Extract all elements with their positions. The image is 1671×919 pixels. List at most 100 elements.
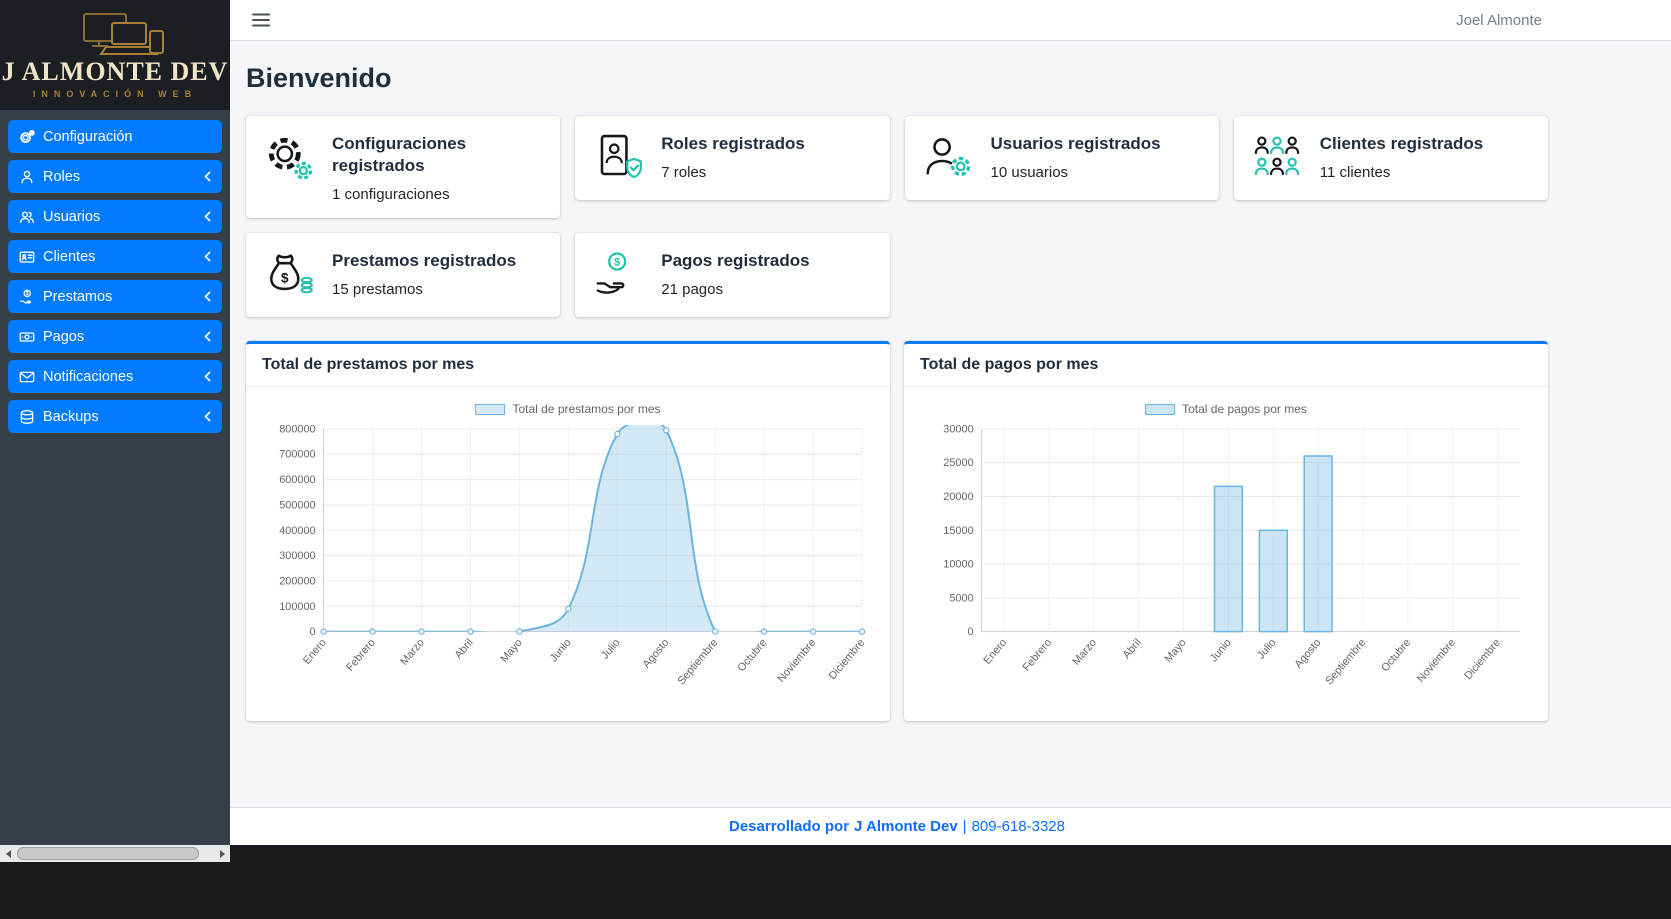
gears-icon: [19, 129, 43, 145]
hamburger-menu-icon[interactable]: [252, 12, 270, 28]
user-gear-icon: [921, 131, 977, 185]
sidebar-nav: Configuración Roles: [0, 110, 230, 443]
chevron-left-icon: [204, 291, 211, 302]
stat-card-count: 21 pagos: [661, 281, 809, 298]
sidebar-item-label: Clientes: [43, 249, 95, 265]
svg-text:Noviembre: Noviembre: [1415, 637, 1458, 685]
sidebar-item-pagos[interactable]: Pagos: [8, 320, 222, 353]
sidebar-item-label: Pagos: [43, 329, 84, 345]
hand-coin-icon: $: [591, 248, 647, 302]
stat-card-usuarios: Usuarios registrados 10 usuarios: [905, 116, 1219, 200]
sidebar-item-label: Configuración: [43, 129, 132, 145]
sidebar-item-backups[interactable]: Backups: [8, 400, 222, 433]
chevron-left-icon: [204, 211, 211, 222]
page-content: Bienvenido Configuraciones registrados: [230, 41, 1671, 807]
chart-panel-body: Total de pagos por mes 05000100001500020…: [904, 387, 1548, 721]
sidebar-item-usuarios[interactable]: Usuarios: [8, 200, 222, 233]
svg-text:Noviembre: Noviembre: [775, 637, 818, 685]
svg-text:Septiembre: Septiembre: [1323, 637, 1368, 687]
hand-holding-usd-icon: $: [19, 289, 43, 305]
svg-text:Marzo: Marzo: [1070, 637, 1099, 668]
sidebar: J ALMONTE DEV INNOVACIÓN WEB Configuraci…: [0, 0, 230, 862]
chart-legend[interactable]: Total de pagos por mes: [918, 397, 1534, 419]
chevron-left-icon: [204, 371, 211, 382]
scroll-left-arrow-icon[interactable]: [0, 845, 16, 862]
chevron-left-icon: [204, 171, 211, 182]
stat-card-count: 15 prestamos: [332, 281, 516, 298]
svg-text:Junio: Junio: [1208, 637, 1234, 665]
sidebar-item-notificaciones[interactable]: Notificaciones: [8, 360, 222, 393]
stat-card-pagos: $ Pagos registrados 21 pagos: [575, 233, 889, 317]
sidebar-item-prestamos[interactable]: $ Prestamos: [8, 280, 222, 313]
chevron-left-icon: [204, 411, 211, 422]
id-card-icon: [19, 249, 43, 265]
svg-text:$: $: [281, 271, 289, 286]
svg-text:600000: 600000: [279, 474, 315, 486]
svg-text:Julio: Julio: [1255, 637, 1279, 662]
svg-text:Marzo: Marzo: [398, 637, 427, 668]
stat-card-title: Configuraciones registrados: [332, 133, 544, 177]
footer-prefix: Desarrollado por: [729, 818, 849, 835]
sidebar-item-label: Backups: [43, 409, 99, 425]
svg-text:10000: 10000: [943, 559, 973, 571]
sidebar-item-roles[interactable]: Roles: [8, 160, 222, 193]
user-menu[interactable]: Joel Almonte: [1456, 12, 1542, 29]
legend-label: Total de pagos por mes: [1182, 402, 1307, 416]
svg-text:300000: 300000: [279, 550, 315, 562]
stat-card-title: Prestamos registrados: [332, 250, 516, 272]
sidebar-item-configuracion[interactable]: Configuración: [8, 120, 222, 153]
legend-swatch: [475, 404, 505, 415]
gears-icon: [262, 131, 318, 185]
svg-text:Febrero: Febrero: [1020, 637, 1054, 674]
svg-text:200000: 200000: [279, 576, 315, 588]
chart-legend[interactable]: Total de prestamos por mes: [260, 397, 876, 419]
stat-cards-grid: Configuraciones registrados 1 configurac…: [246, 116, 1548, 317]
stat-card-title: Roles registrados: [661, 133, 805, 155]
stat-card-prestamos: $ Prestamos registrados 15 prestamos: [246, 233, 560, 317]
svg-text:Mayo: Mayo: [498, 637, 524, 665]
database-icon: [19, 409, 43, 425]
svg-text:Diciembre: Diciembre: [827, 637, 868, 682]
sidebar-body: J ALMONTE DEV INNOVACIÓN WEB Configuraci…: [0, 0, 230, 845]
footer-brand: J Almonte Dev: [854, 818, 958, 835]
svg-text:Julio: Julio: [599, 637, 623, 662]
sidebar-item-label: Roles: [43, 169, 80, 185]
money-bag-icon: $: [262, 248, 318, 302]
sidebar-item-label: Usuarios: [43, 209, 100, 225]
scrollbar-thumb[interactable]: [17, 847, 199, 860]
svg-text:0: 0: [310, 626, 316, 638]
legend-label: Total de prestamos por mes: [512, 402, 660, 416]
svg-text:20000: 20000: [943, 491, 973, 503]
svg-text:$: $: [26, 291, 29, 297]
brand-subtitle: INNOVACIÓN WEB: [33, 89, 197, 99]
brand-logo[interactable]: J ALMONTE DEV INNOVACIÓN WEB: [0, 0, 230, 110]
charts-row: Total de prestamos por mes Total de pres…: [246, 341, 1548, 721]
money-bill-icon: [19, 329, 43, 345]
horizontal-scrollbar[interactable]: [0, 845, 230, 862]
svg-text:Abril: Abril: [453, 637, 476, 661]
scroll-right-arrow-icon[interactable]: [214, 845, 230, 862]
svg-text:Agosto: Agosto: [1292, 637, 1323, 671]
stat-card-count: 1 configuraciones: [332, 186, 544, 203]
svg-text:500000: 500000: [279, 500, 315, 512]
scrollbar-track[interactable]: [16, 845, 214, 862]
people-group-icon: [1250, 131, 1306, 185]
envelope-icon: [19, 369, 43, 385]
chart-panel-prestamos: Total de prestamos por mes Total de pres…: [246, 341, 890, 721]
footer-phone: 809-618-3328: [972, 818, 1065, 835]
svg-text:5000: 5000: [949, 592, 973, 604]
devices-logo-icon: [56, 11, 174, 57]
svg-text:400000: 400000: [279, 525, 315, 537]
page-title: Bienvenido: [246, 63, 1548, 94]
stat-card-roles: Roles registrados 7 roles: [575, 116, 889, 200]
chevron-left-icon: [204, 331, 211, 342]
chart-panel-title: Total de prestamos por mes: [246, 344, 890, 387]
role-document-icon: [591, 131, 647, 185]
stat-card-count: 11 clientes: [1320, 164, 1483, 181]
chevron-left-icon: [204, 251, 211, 262]
stat-card-title: Clientes registrados: [1320, 133, 1483, 155]
chart-panel-title: Total de pagos por mes: [904, 344, 1548, 387]
svg-text:100000: 100000: [279, 601, 315, 613]
pagos-bar-chart: 050001000015000200002500030000EneroFebre…: [918, 419, 1534, 709]
sidebar-item-clientes[interactable]: Clientes: [8, 240, 222, 273]
